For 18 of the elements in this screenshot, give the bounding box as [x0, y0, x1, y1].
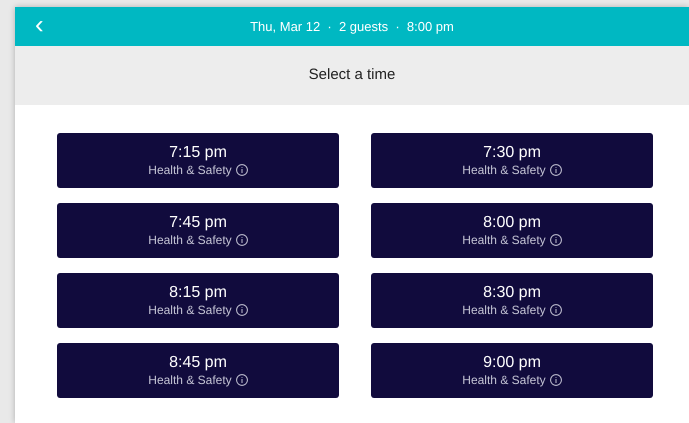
- time-slot-button[interactable]: 9:00 pm Health & Safety: [371, 343, 653, 398]
- time-slot-button[interactable]: 7:15 pm Health & Safety: [57, 133, 339, 188]
- info-icon: [550, 164, 562, 176]
- time-slot-button[interactable]: 8:15 pm Health & Safety: [57, 273, 339, 328]
- time-slot-button[interactable]: 8:30 pm Health & Safety: [371, 273, 653, 328]
- info-icon: [236, 234, 248, 246]
- time-slot-button[interactable]: 8:45 pm Health & Safety: [57, 343, 339, 398]
- info-icon: [236, 374, 248, 386]
- time-slot-button[interactable]: 7:30 pm Health & Safety: [371, 133, 653, 188]
- info-icon: [550, 374, 562, 386]
- booking-summary: Thu, Mar 12 · 2 guests · 8:00 pm: [250, 18, 454, 36]
- page-title: Select a time: [308, 65, 396, 86]
- time-slot-button[interactable]: 8:00 pm Health & Safety: [371, 203, 653, 258]
- info-icon: [550, 234, 562, 246]
- info-icon: [236, 164, 248, 176]
- info-icon: [550, 304, 562, 316]
- time-slot-button[interactable]: 7:45 pm Health & Safety: [57, 203, 339, 258]
- info-icon: [236, 304, 248, 316]
